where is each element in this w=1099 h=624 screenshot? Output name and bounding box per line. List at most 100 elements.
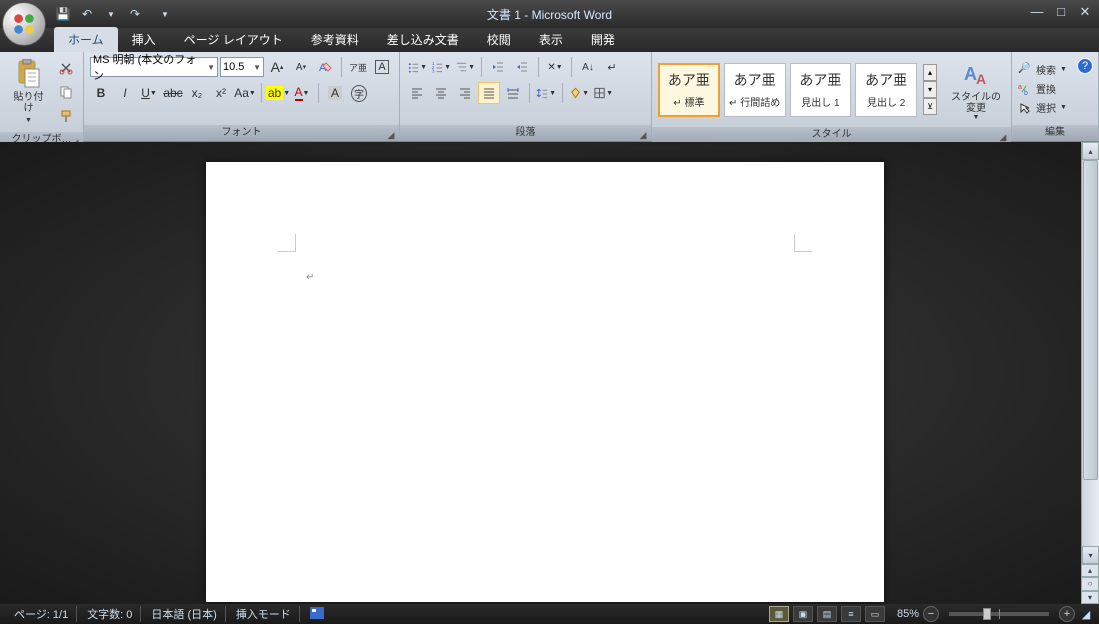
zoom-in-button[interactable]: +: [1059, 606, 1075, 622]
status-insert-mode[interactable]: 挿入モード: [228, 606, 300, 622]
shrink-font-button[interactable]: A▾: [290, 56, 312, 78]
sort-button[interactable]: A↓: [577, 56, 599, 78]
close-button[interactable]: ✕: [1077, 4, 1093, 20]
minimize-button[interactable]: —: [1029, 4, 1045, 20]
show-marks-button[interactable]: ↵: [601, 56, 623, 78]
qat-customize[interactable]: ▼: [156, 5, 174, 23]
style-scroll-up[interactable]: ▴: [923, 64, 937, 81]
style-no-spacing[interactable]: あア亜↵ 行間詰め: [724, 63, 786, 117]
font-launcher[interactable]: ◢: [385, 127, 397, 139]
distribute-button[interactable]: [502, 82, 524, 104]
grow-font-button[interactable]: A▴: [266, 56, 288, 78]
align-right-button[interactable]: [454, 82, 476, 104]
bold-button[interactable]: B: [90, 82, 112, 104]
view-full-screen[interactable]: ▣: [793, 606, 813, 622]
maximize-button[interactable]: □: [1053, 4, 1069, 20]
italic-button[interactable]: I: [114, 82, 136, 104]
char-shading-button[interactable]: A: [324, 82, 346, 104]
subscript-button[interactable]: x₂: [186, 82, 208, 104]
next-page-button[interactable]: ▾: [1081, 591, 1099, 604]
align-left-button[interactable]: [406, 82, 428, 104]
enclose-char-button[interactable]: 字: [348, 82, 370, 104]
paste-button[interactable]: 貼り付け▼: [6, 56, 51, 128]
office-button[interactable]: [2, 2, 46, 46]
status-language[interactable]: 日本語 (日本): [143, 606, 225, 622]
view-web-layout[interactable]: ▤: [817, 606, 837, 622]
font-size-combo[interactable]: 10.5▼: [220, 57, 264, 77]
cut-button[interactable]: [55, 57, 77, 79]
paragraph-launcher[interactable]: ◢: [637, 127, 649, 139]
document-page[interactable]: ↵: [206, 162, 884, 602]
save-button[interactable]: 💾: [54, 5, 72, 23]
font-color-button[interactable]: A▼: [291, 82, 313, 104]
tab-mailings[interactable]: 差し込み文書: [373, 27, 473, 52]
copy-button[interactable]: [55, 81, 77, 103]
change-styles-button[interactable]: AA スタイルの 変更 ▼: [947, 56, 1005, 123]
prev-page-button[interactable]: ▴: [1081, 564, 1099, 577]
asian-layout-button[interactable]: ✕▼: [544, 56, 566, 78]
tab-page-layout[interactable]: ページ レイアウト: [170, 27, 297, 52]
align-center-button[interactable]: [430, 82, 452, 104]
style-heading2[interactable]: あア亜見出し 2: [855, 63, 917, 117]
shading-button[interactable]: ▼: [568, 82, 590, 104]
vertical-scrollbar[interactable]: ▴ ▾: [1081, 142, 1099, 564]
scroll-down-button[interactable]: ▾: [1082, 546, 1099, 564]
format-painter-button[interactable]: [55, 105, 77, 127]
undo-button[interactable]: ↶: [78, 5, 96, 23]
status-word-count[interactable]: 文字数: 0: [79, 606, 141, 622]
scroll-thumb[interactable]: [1083, 160, 1098, 480]
status-page[interactable]: ページ: 1/1: [6, 606, 77, 622]
tab-home[interactable]: ホーム: [54, 27, 118, 52]
select-button[interactable]: 選択▼: [1016, 99, 1069, 116]
highlight-button[interactable]: ab▼: [267, 82, 289, 104]
replace-button[interactable]: ab置換: [1016, 80, 1069, 97]
change-case-button[interactable]: Aa▼: [234, 82, 256, 104]
style-gallery-expand[interactable]: ⊻: [923, 98, 937, 115]
tab-insert[interactable]: 挿入: [118, 27, 170, 52]
status-resize-grip[interactable]: ◢: [1079, 608, 1093, 621]
style-normal[interactable]: あア亜↵ 標準: [658, 63, 720, 117]
scroll-up-button[interactable]: ▴: [1082, 142, 1099, 160]
multilevel-button[interactable]: ▼: [454, 56, 476, 78]
style-heading1[interactable]: あア亜見出し 1: [790, 63, 852, 117]
tab-developer[interactable]: 開発: [577, 27, 629, 52]
tab-references[interactable]: 参考資料: [297, 27, 373, 52]
redo-button[interactable]: ↷: [126, 5, 144, 23]
replace-icon: ab: [1018, 82, 1032, 96]
line-spacing-button[interactable]: ▼: [535, 82, 557, 104]
zoom-out-button[interactable]: −: [923, 606, 939, 622]
font-name-combo[interactable]: MS 明朝 (本文のフォン▼: [90, 57, 218, 77]
increase-indent-button[interactable]: [511, 56, 533, 78]
browse-object: ▴ ○ ▾: [1081, 564, 1099, 604]
view-outline[interactable]: ≡: [841, 606, 861, 622]
underline-button[interactable]: U▼: [138, 82, 160, 104]
style-scroll-down[interactable]: ▾: [923, 81, 937, 98]
clear-format-button[interactable]: A: [314, 56, 336, 78]
strike-button[interactable]: abc: [162, 82, 184, 104]
zoom-level[interactable]: 85%: [897, 608, 919, 620]
decrease-indent-button[interactable]: [487, 56, 509, 78]
browse-select-button[interactable]: ○: [1081, 577, 1099, 590]
group-label-font: フォント◢: [84, 125, 399, 141]
superscript-button[interactable]: x²: [210, 82, 232, 104]
view-draft[interactable]: ▭: [865, 606, 885, 622]
bullets-button[interactable]: ▼: [406, 56, 428, 78]
char-border-button[interactable]: A: [371, 56, 393, 78]
zoom-slider[interactable]: [949, 612, 1049, 616]
borders-button[interactable]: ▼: [592, 82, 614, 104]
styles-launcher[interactable]: ◢: [997, 129, 1009, 141]
svg-text:3: 3: [432, 69, 435, 74]
window-title: 文書 1 - Microsoft Word: [487, 6, 612, 23]
group-clipboard: 貼り付け▼ クリップボ…◢: [0, 52, 84, 141]
tab-review[interactable]: 校閲: [473, 27, 525, 52]
tab-view[interactable]: 表示: [525, 27, 577, 52]
phonetic-guide-button[interactable]: ア亜: [347, 56, 369, 78]
status-macro[interactable]: [302, 607, 332, 622]
undo-dropdown[interactable]: ▼: [102, 5, 120, 23]
align-justify-button[interactable]: [478, 82, 500, 104]
zoom-slider-knob[interactable]: [983, 608, 991, 620]
view-print-layout[interactable]: ▦: [769, 606, 789, 622]
margin-marker-tr: [794, 234, 812, 252]
find-button[interactable]: 🔎検索▼: [1016, 61, 1069, 78]
numbering-button[interactable]: 123▼: [430, 56, 452, 78]
